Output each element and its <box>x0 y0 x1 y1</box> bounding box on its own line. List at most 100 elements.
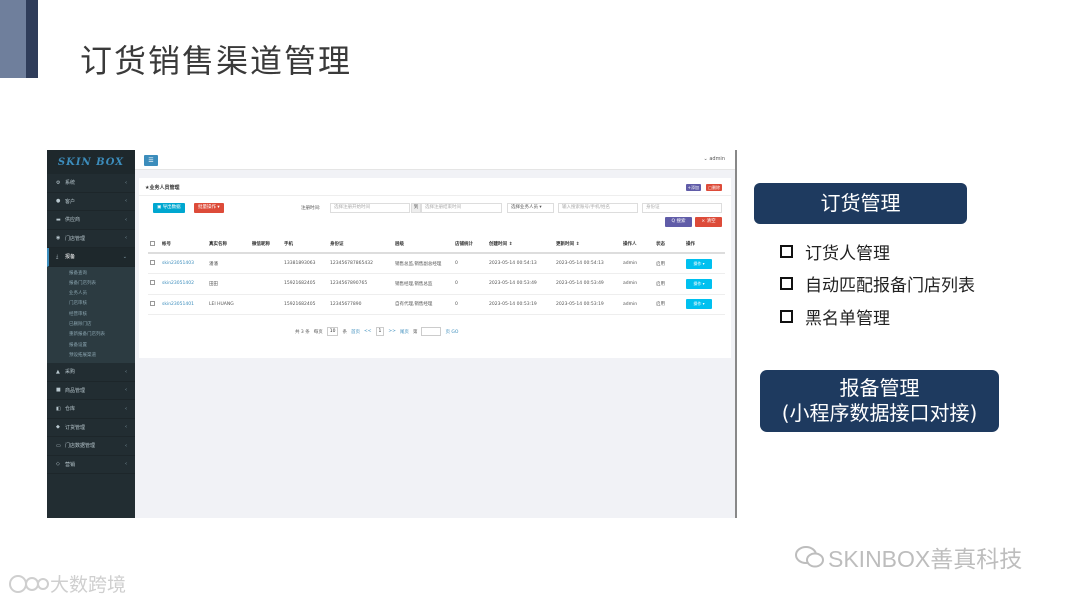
prev-page-link[interactable]: << <box>364 329 372 334</box>
table-cell: 启用 <box>654 253 684 274</box>
divider <box>139 195 731 196</box>
row-checkbox[interactable] <box>150 280 155 286</box>
id-card-input[interactable]: 身份证 <box>642 203 722 213</box>
table-cell: 田田 <box>207 273 250 295</box>
sidebar: SKIN BOX ⚙ 系统 ‹ ● 客户 ‹ ▬ 供应商 ‹ ◉ 门店管理 ‹ ⤓ 报备 ⌄ 报备查询 报备门… <box>47 150 135 518</box>
table-cell: 12345677890 <box>328 294 393 315</box>
select-all-header[interactable] <box>148 236 160 254</box>
sidebar-item[interactable]: ◇ 营销 ‹ <box>47 456 135 475</box>
goto-button[interactable]: 页 GO <box>445 329 458 335</box>
chevron-left-icon: ‹ <box>125 198 127 205</box>
column-header: 店铺统计 <box>453 236 487 254</box>
account-link[interactable]: skin23051403 <box>162 261 194 266</box>
chevron-left-icon: ‹ <box>125 216 127 223</box>
table-cell: 潘潘 <box>207 253 250 274</box>
sidebar-submenu: 报备查询 报备门店列表 业务人员 门店审核 经营审核 已删除门店 重新报备门店列表 报备设置预… <box>47 266 135 364</box>
sidebar-item-label: 门店管理 <box>65 235 86 242</box>
sidebar-item[interactable]: ⤓ 报备 ⌄ <box>47 248 135 267</box>
sidebar-item[interactable]: ▭ 门店数据管理 ‹ <box>47 437 135 456</box>
sidebar-subitem[interactable]: 报备门店列表 <box>47 279 135 289</box>
sidebar-subitem[interactable]: 门店审核 <box>47 299 135 309</box>
row-action-button[interactable]: 操作 ▾ <box>686 278 712 289</box>
export-button[interactable]: ▣ 导出数据 <box>153 203 185 213</box>
chevron-left-icon: ‹ <box>125 405 127 412</box>
app-logo: SKIN BOX <box>47 150 135 174</box>
end-date-input[interactable]: 选择注册结束时间 <box>421 203 502 213</box>
sidebar-item[interactable]: ▲ 采购 ‹ <box>47 363 135 382</box>
sidebar-subitem[interactable]: 已删除门店 <box>47 320 135 330</box>
sidebar-item-label: 系统 <box>65 180 76 187</box>
column-header: 操作 <box>684 236 725 254</box>
chevron-left-icon: ‹ <box>125 179 127 186</box>
account-link[interactable]: skin23051401 <box>162 302 194 307</box>
table-row: skin23051403 潘潘 13381893063 123456787865432… <box>148 253 725 274</box>
box-icon: ■ <box>56 387 61 394</box>
feature-item: 订货人管理 <box>780 235 975 268</box>
add-button[interactable]: +添加 <box>685 184 701 191</box>
per-page-select[interactable]: 10 <box>326 327 339 336</box>
column-header: 身份证 <box>328 236 393 254</box>
monitor-icon: ▭ <box>56 442 61 449</box>
column-header[interactable]: 创建时间 ⇕ <box>487 236 554 254</box>
sidebar-item-label: 报备 <box>65 254 76 261</box>
batch-action-button[interactable]: 批量操作 ▾ <box>194 203 224 213</box>
tag-icon: ◆ <box>56 424 60 431</box>
table-cell: 0 <box>453 273 487 295</box>
row-action-button[interactable]: 操作 ▾ <box>686 258 712 269</box>
last-page-link[interactable]: 尾页 <box>400 329 409 335</box>
sidebar-item[interactable]: ● 客户 ‹ <box>47 193 135 211</box>
start-date-input[interactable]: 选择注册开始时间 <box>330 203 410 213</box>
column-header: 状态 <box>654 236 684 254</box>
report-box-subtitle: (小程序数据接口对接) <box>781 401 978 425</box>
download-icon: ⤓ <box>56 253 59 260</box>
sidebar-subitem[interactable]: 预设拓展渠道 <box>47 351 135 361</box>
table-cell: 操作 ▾ <box>684 294 725 315</box>
sidebar-item[interactable]: ◆ 订货管理 ‹ <box>47 419 135 438</box>
clear-button[interactable]: × 清空 <box>695 217 722 227</box>
staff-select[interactable]: 选择业务人员 ▾ <box>507 203 554 213</box>
sidebar-subitem[interactable]: 报备查询 <box>47 269 135 279</box>
username: admin <box>709 156 725 162</box>
location-icon: ◉ <box>56 235 61 242</box>
menu-toggle-button[interactable]: ☰ <box>144 155 158 166</box>
goto-page-input[interactable] <box>421 327 442 336</box>
pagination: 共 3 条 每页 10 条 首页 << 1 >> 尾页 第 页 GO <box>295 327 458 336</box>
checkbox-bullet-icon <box>780 309 793 323</box>
slide-title: 订货销售渠道管理 <box>80 42 353 80</box>
sidebar-item[interactable]: ▬ 供应商 ‹ <box>47 211 135 230</box>
account-link[interactable]: skin23051402 <box>162 281 194 286</box>
sidebar-subitem[interactable]: 报备设置 <box>47 341 135 351</box>
sidebar-item[interactable]: ◧ 仓库 ‹ <box>47 400 135 419</box>
table-cell: 2023-05-14 00:53:49 <box>554 273 621 295</box>
table-cell: 销售总监,销售副总经理 <box>393 253 453 274</box>
sidebar-item-label: 商品管理 <box>65 387 86 394</box>
per-page-unit: 条 <box>342 329 347 335</box>
row-action-button[interactable]: 操作 ▾ <box>686 299 712 310</box>
next-page-link[interactable]: >> <box>388 329 396 334</box>
select-all-checkbox[interactable] <box>150 240 155 246</box>
sidebar-item[interactable]: ⚙ 系统 ‹ <box>47 174 135 193</box>
per-page-label: 每页 <box>313 329 323 335</box>
table-cell <box>148 253 160 274</box>
row-checkbox[interactable] <box>150 300 155 306</box>
keyword-input[interactable]: 输入搜索账号/手机/姓名 <box>558 203 638 213</box>
row-checkbox[interactable] <box>150 260 155 265</box>
table-cell: 15921682405 <box>282 294 328 315</box>
table-row: skin23051402 田田 15921682405 1234567890765 销售… <box>148 273 725 295</box>
sidebar-subitem[interactable]: 业务人员 <box>47 289 135 299</box>
corner-logo: 大数跨境 <box>8 570 126 597</box>
sidebar-item[interactable]: ■ 商品管理 ‹ <box>47 382 135 401</box>
current-page[interactable]: 1 <box>375 327 385 336</box>
table-cell: 123456787865432 <box>328 253 393 274</box>
sidebar-item[interactable]: ◉ 门店管理 ‹ <box>47 230 135 248</box>
column-header[interactable]: 更新时间 ⇕ <box>554 236 621 254</box>
truck-icon: ▬ <box>56 216 61 223</box>
sidebar-subitem[interactable]: 经营审核 <box>47 310 135 320</box>
user-menu[interactable]: ⌄ admin <box>704 156 725 162</box>
table-cell: admin <box>621 253 654 274</box>
delete-button[interactable]: □删除 <box>706 184 722 191</box>
table-cell: skin23051402 <box>160 273 207 295</box>
sidebar-subitem[interactable]: 重新报备门店列表 <box>47 330 135 340</box>
first-page-link[interactable]: 首页 <box>351 329 360 335</box>
search-button[interactable]: Q 搜索 <box>665 217 692 227</box>
